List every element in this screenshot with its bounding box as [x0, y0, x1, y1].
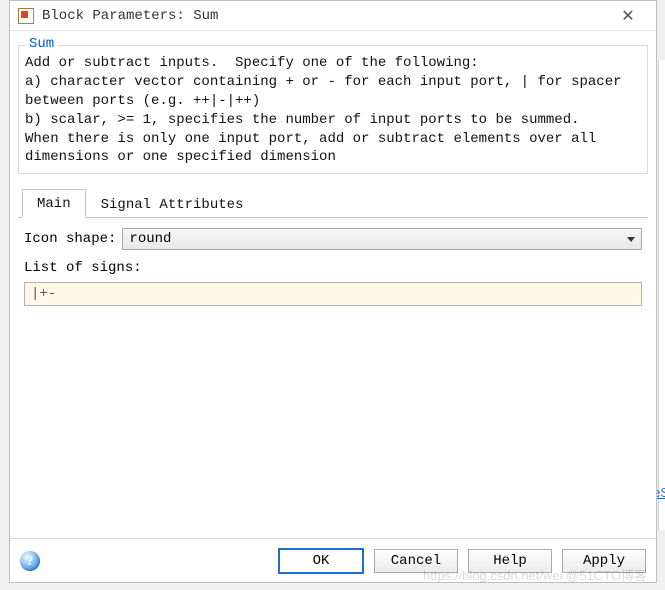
icon-shape-select[interactable]: round	[122, 228, 642, 250]
close-icon: ✕	[621, 6, 634, 26]
close-button[interactable]: ✕	[608, 2, 648, 30]
background-edge	[658, 60, 665, 530]
tab-main-label: Main	[37, 196, 71, 212]
list-of-signs-label: List of signs:	[24, 260, 642, 276]
description-text: Add or subtract inputs. Specify one of t…	[25, 54, 641, 167]
tab-bar: Main Signal Attributes	[18, 188, 648, 218]
help-button[interactable]: Help	[468, 549, 552, 573]
help-button-label: Help	[493, 553, 527, 569]
window-title: Block Parameters: Sum	[42, 8, 608, 24]
tab-signal-attributes[interactable]: Signal Attributes	[86, 190, 259, 218]
tab-signal-attributes-label: Signal Attributes	[101, 197, 244, 213]
icon-shape-label: Icon shape:	[24, 231, 116, 247]
apply-button[interactable]: Apply	[562, 549, 646, 573]
apply-button-label: Apply	[583, 553, 625, 569]
app-icon	[18, 8, 34, 24]
help-icon-glyph: ?	[27, 553, 34, 569]
help-icon[interactable]: ?	[20, 551, 40, 571]
ok-button-label: OK	[313, 553, 330, 569]
content-spacer	[18, 310, 648, 538]
titlebar: Block Parameters: Sum ✕	[10, 1, 656, 31]
cancel-button[interactable]: Cancel	[374, 549, 458, 573]
ok-button[interactable]: OK	[278, 548, 364, 574]
list-of-signs-input[interactable]	[24, 282, 642, 306]
cancel-button-label: Cancel	[391, 553, 441, 569]
icon-shape-row: Icon shape: round	[24, 228, 642, 250]
dialog-window: Block Parameters: Sum ✕ Sum Add or subtr…	[9, 0, 657, 583]
icon-shape-value: round	[129, 231, 171, 247]
description-group: Sum Add or subtract inputs. Specify one …	[18, 45, 648, 174]
tab-main[interactable]: Main	[22, 189, 86, 218]
footer: ? OK Cancel Help Apply	[10, 538, 656, 582]
content-area: Sum Add or subtract inputs. Specify one …	[10, 31, 656, 538]
form-area: Icon shape: round List of signs:	[18, 218, 648, 310]
group-legend: Sum	[25, 36, 58, 52]
